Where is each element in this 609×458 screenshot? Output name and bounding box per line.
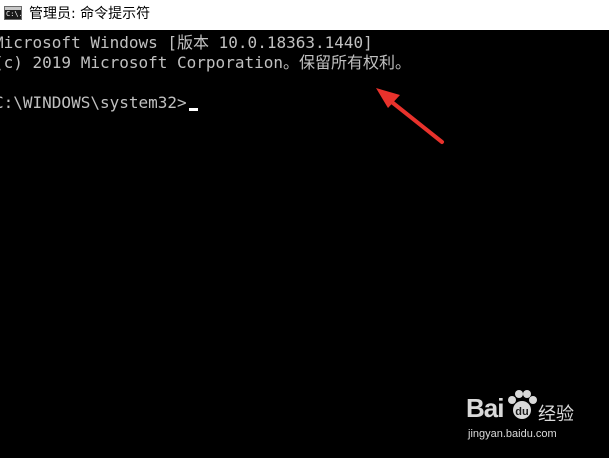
watermark-brand: Bai	[466, 393, 504, 423]
baidu-watermark: Bai du 经验 jingyan.baidu.com	[466, 388, 606, 448]
watermark-url: jingyan.baidu.com	[468, 428, 557, 440]
svg-text:du: du	[515, 406, 528, 418]
watermark-suffix: 经验	[538, 404, 574, 425]
paw-icon: du	[508, 390, 537, 419]
cmd-window: C:\. 管理员: 命令提示符 Microsoft Windows [版本 10…	[0, 0, 609, 458]
